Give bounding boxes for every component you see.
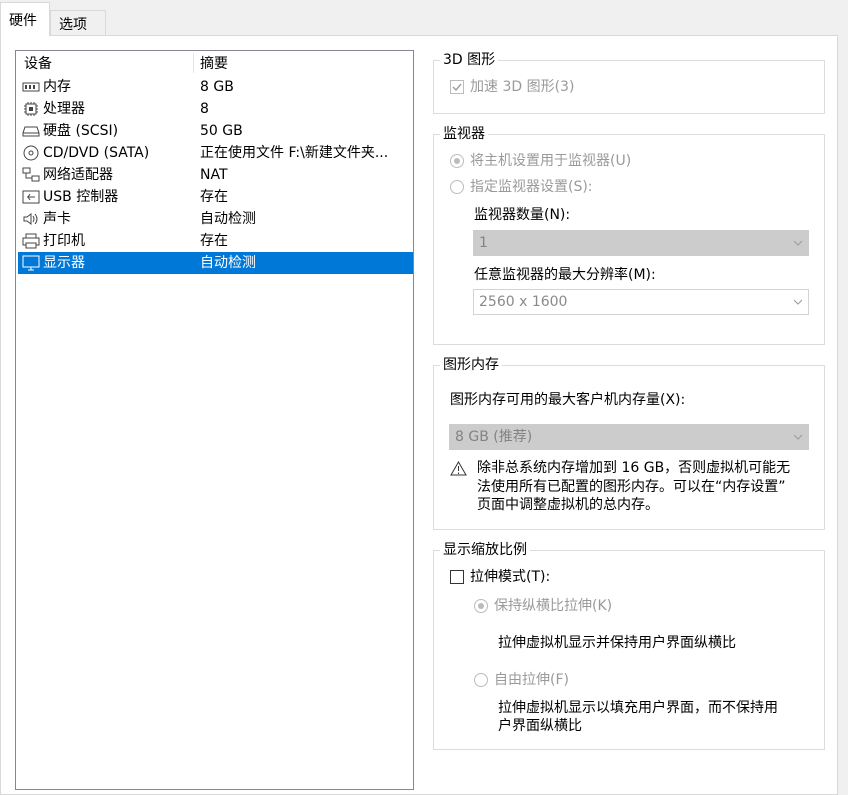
use-host-settings-radio[interactable] (450, 154, 464, 168)
display-icon (22, 255, 40, 271)
group-title-display-scaling: 显示缩放比例 (440, 541, 530, 559)
processor-icon (24, 102, 38, 116)
device-name: 硬盘 (SCSI) (43, 123, 119, 139)
network-adapter-icon (22, 167, 40, 182)
usb-icon (22, 190, 40, 204)
sound-card-icon (23, 213, 38, 225)
device-summary: 存在 (200, 189, 228, 205)
device-list[interactable]: 设备 摘要 内存 8 GB 处理器 8 硬盘 (SCSI) 50 GB CD/D… (15, 50, 414, 790)
accelerate-3d-label: 加速 3D 图形(3) (470, 79, 575, 95)
device-name: CD/DVD (SATA) (43, 145, 150, 161)
device-row-network-adapter[interactable]: 网络适配器 NAT (18, 164, 413, 186)
keep-aspect-ratio-radio[interactable] (474, 599, 488, 613)
device-summary: 50 GB (200, 123, 243, 139)
column-header-device[interactable]: 设备 (24, 51, 52, 75)
device-summary: 自动检测 (200, 255, 256, 271)
specify-monitor-settings-radio[interactable] (450, 180, 464, 194)
graphics-memory-value: 8 GB (推荐) (455, 429, 533, 445)
tab-hardware[interactable]: 硬件 (0, 2, 50, 36)
device-summary: 8 GB (200, 79, 234, 95)
device-name: USB 控制器 (43, 189, 119, 205)
device-name: 内存 (43, 79, 71, 95)
device-name: 网络适配器 (43, 167, 113, 183)
device-summary: 正在使用文件 F:\新建文件夹... (200, 145, 389, 161)
free-stretch-description-line2: 户界面纵横比 (498, 718, 582, 734)
device-row-display[interactable]: 显示器 自动检测 (18, 252, 413, 274)
printer-icon (22, 233, 40, 249)
memory-icon (22, 82, 40, 92)
device-name: 处理器 (43, 101, 85, 117)
warning-icon (450, 461, 467, 476)
use-host-settings-label: 将主机设置用于监视器(U) (470, 153, 632, 169)
monitor-count-select[interactable]: 1 (473, 230, 809, 256)
chevron-down-icon (794, 240, 802, 246)
accelerate-3d-checkbox[interactable] (450, 80, 464, 94)
device-row-sound-card[interactable]: 声卡 自动检测 (18, 208, 413, 230)
chevron-down-icon (794, 299, 802, 305)
stretch-mode-checkbox[interactable] (450, 570, 464, 584)
graphics-memory-warning-line2: 法使用所有已配置的图形内存。可以在“内存设置” (477, 479, 786, 495)
graphics-memory-max-label: 图形内存可用的最大客户机内存量(X): (450, 392, 686, 408)
device-name: 声卡 (43, 211, 71, 227)
free-stretch-label: 自由拉伸(F) (494, 672, 569, 688)
device-row-harddisk[interactable]: 硬盘 (SCSI) 50 GB (18, 120, 413, 142)
tab-options[interactable]: 选项 (50, 10, 106, 36)
column-separator[interactable] (193, 53, 194, 73)
graphics-memory-warning-line1: 除非总系统内存增加到 16 GB，否则虚拟机可能无 (477, 460, 791, 476)
group-title-graphics-memory: 图形内存 (440, 356, 502, 374)
device-row-memory[interactable]: 内存 8 GB (18, 76, 413, 98)
device-summary: 自动检测 (200, 211, 256, 227)
device-row-usb[interactable]: USB 控制器 存在 (18, 186, 413, 208)
group-title-3d-graphics: 3D 图形 (440, 51, 499, 69)
specify-monitor-settings-label: 指定监视器设置(S): (470, 179, 593, 195)
device-row-processor[interactable]: 处理器 8 (18, 98, 413, 120)
device-summary: 8 (200, 101, 209, 117)
graphics-memory-select[interactable]: 8 GB (推荐) (449, 424, 809, 450)
keep-aspect-ratio-label: 保持纵横比拉伸(K) (494, 598, 613, 614)
free-stretch-description-line1: 拉伸虚拟机显示以填充用户界面，而不保持用 (498, 700, 778, 716)
monitor-count-label: 监视器数量(N): (474, 207, 571, 223)
max-resolution-select[interactable]: 2560 x 1600 (473, 289, 809, 315)
harddisk-icon (22, 126, 40, 137)
device-summary: NAT (200, 167, 228, 183)
max-resolution-value: 2560 x 1600 (479, 294, 568, 310)
max-resolution-label: 任意监视器的最大分辨率(M): (474, 267, 656, 283)
monitor-count-value: 1 (479, 235, 488, 251)
cd-dvd-icon (23, 145, 39, 161)
free-stretch-radio[interactable] (474, 673, 488, 687)
device-summary: 存在 (200, 233, 228, 249)
column-header-summary[interactable]: 摘要 (200, 51, 228, 75)
graphics-memory-warning-line3: 页面中调整虚拟机的总内存。 (477, 497, 659, 513)
device-name: 显示器 (43, 255, 85, 271)
device-name: 打印机 (43, 233, 85, 249)
checkmark-icon (452, 83, 462, 92)
group-title-monitor: 监视器 (440, 125, 488, 143)
keep-aspect-ratio-description: 拉伸虚拟机显示并保持用户界面纵横比 (498, 635, 736, 651)
chevron-down-icon (794, 434, 802, 440)
device-row-printer[interactable]: 打印机 存在 (18, 230, 413, 252)
stretch-mode-label: 拉伸模式(T): (470, 569, 551, 585)
device-row-cd-dvd[interactable]: CD/DVD (SATA) 正在使用文件 F:\新建文件夹... (18, 142, 413, 164)
